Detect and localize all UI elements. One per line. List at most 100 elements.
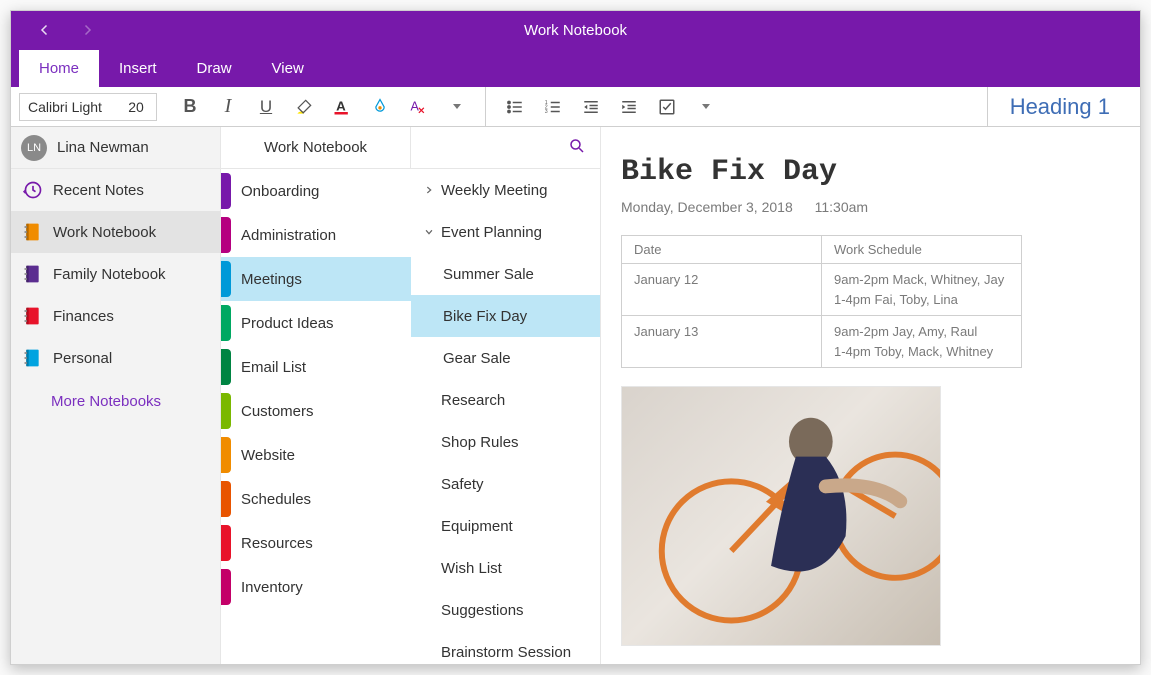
section-label: Product Ideas [241,315,334,332]
section-color-tab [221,569,231,605]
page-time: 11:30am [815,199,868,215]
table-row: January 12 9am-2pm Mack, Whitney, Jay 1-… [622,264,1022,316]
back-button[interactable] [35,20,55,40]
section-label: Onboarding [241,183,319,200]
notebook-icon [23,180,41,200]
table-header: Date [622,236,822,264]
page-label: Shop Rules [441,434,519,451]
section-resources[interactable]: Resources [221,521,411,565]
notebook-icon [23,264,41,284]
section-color-tab [221,173,231,209]
sidebar-item-work-notebook[interactable]: Work Notebook [11,211,220,253]
page-label: Wish List [441,560,502,577]
app-body: LN Lina Newman Recent Notes Work Notebook… [11,127,1140,664]
page-brainstorm-session[interactable]: Brainstorm Session [411,631,600,664]
page-label: Bike Fix Day [443,308,527,325]
page-wish-list[interactable]: Wish List [411,547,600,589]
italic-button[interactable]: I [209,88,247,126]
section-color-tab [221,305,231,341]
section-label: Customers [241,403,314,420]
page-shop-rules[interactable]: Shop Rules [411,421,600,463]
underline-button[interactable]: U [247,88,285,126]
page-research[interactable]: Research [411,379,600,421]
chevron-right-icon [423,185,435,195]
sidebar-item-recent-notes[interactable]: Recent Notes [11,169,220,211]
sidebar-item-personal[interactable]: Personal [11,337,220,379]
section-label: Resources [241,535,313,552]
font-name-input[interactable] [20,94,116,120]
page-image[interactable] [621,386,941,646]
account-row[interactable]: LN Lina Newman [11,127,220,169]
outdent-button[interactable] [572,88,610,126]
bold-button[interactable]: B [171,88,209,126]
page-label: Weekly Meeting [441,182,547,199]
numbering-button[interactable]: 123 [534,88,572,126]
notebook-icon [23,306,41,326]
tab-home[interactable]: Home [19,50,99,87]
section-schedules[interactable]: Schedules [221,477,411,521]
notebook-label: Family Notebook [53,266,166,283]
page-suggestions[interactable]: Suggestions [411,589,600,631]
page-label: Research [441,392,505,409]
sections-header-label: Work Notebook [264,139,367,156]
section-label: Email List [241,359,306,376]
sidebar-item-family-notebook[interactable]: Family Notebook [11,253,220,295]
section-inventory[interactable]: Inventory [221,565,411,609]
clear-format-button[interactable]: A [399,88,437,126]
font-size-input[interactable] [116,94,156,120]
highlight-button[interactable] [285,88,323,126]
schedule-table[interactable]: Date Work Schedule January 12 9am-2pm Ma… [621,235,1022,368]
font-more-button[interactable] [437,88,475,126]
section-customers[interactable]: Customers [221,389,411,433]
section-meetings[interactable]: Meetings [221,257,411,301]
section-color-tab [221,217,231,253]
todo-tag-button[interactable] [648,88,686,126]
page-label: Safety [441,476,484,493]
page-bike-fix-day[interactable]: Bike Fix Day [411,295,600,337]
page-date: Monday, December 3, 2018 [621,199,793,215]
notebook-icon [23,222,41,242]
section-label: Administration [241,227,336,244]
section-onboarding[interactable]: Onboarding [221,169,411,213]
notebook-label: Personal [53,350,112,367]
indent-button[interactable] [610,88,648,126]
page-equipment[interactable]: Equipment [411,505,600,547]
svg-text:A: A [411,99,420,113]
sections-column: Work Notebook Onboarding Administration Me… [221,127,411,664]
page-meta: Monday, December 3, 2018 11:30am [621,199,1120,215]
style-heading1[interactable]: Heading 1 [987,87,1132,126]
section-website[interactable]: Website [221,433,411,477]
bullets-button[interactable] [496,88,534,126]
ribbon-tabs: Home Insert Draw View [11,49,1140,87]
more-notebooks-link[interactable]: More Notebooks [11,379,220,410]
search-icon[interactable] [568,137,586,159]
forward-button[interactable] [77,20,97,40]
tab-insert[interactable]: Insert [99,50,177,87]
table-header: Work Schedule [822,236,1022,264]
section-email-list[interactable]: Email List [221,345,411,389]
pages-column: Weekly Meeting Event PlanningSummer Sale B… [411,127,601,664]
ink-color-button[interactable] [361,88,399,126]
page-summer-sale[interactable]: Summer Sale [411,253,600,295]
section-administration[interactable]: Administration [221,213,411,257]
page-safety[interactable]: Safety [411,463,600,505]
font-picker [19,93,157,121]
tab-draw[interactable]: Draw [177,50,252,87]
page-label: Equipment [441,518,513,535]
page-weekly-meeting[interactable]: Weekly Meeting [411,169,600,211]
page-label: Suggestions [441,602,524,619]
section-color-tab [221,393,231,429]
section-color-tab [221,437,231,473]
tab-view[interactable]: View [252,50,324,87]
section-product-ideas[interactable]: Product Ideas [221,301,411,345]
page-gear-sale[interactable]: Gear Sale [411,337,600,379]
page-canvas[interactable]: Bike Fix Day Monday, December 3, 2018 11… [601,127,1140,664]
window-title: Work Notebook [524,22,627,39]
notebook-sidebar: LN Lina Newman Recent Notes Work Notebook… [11,127,221,664]
paragraph-more-button[interactable] [686,88,724,126]
sidebar-item-finances[interactable]: Finances [11,295,220,337]
page-event-planning[interactable]: Event Planning [411,211,600,253]
font-color-button[interactable]: A [323,88,361,126]
page-title[interactable]: Bike Fix Day [621,155,1120,189]
notebook-label: Recent Notes [53,182,144,199]
